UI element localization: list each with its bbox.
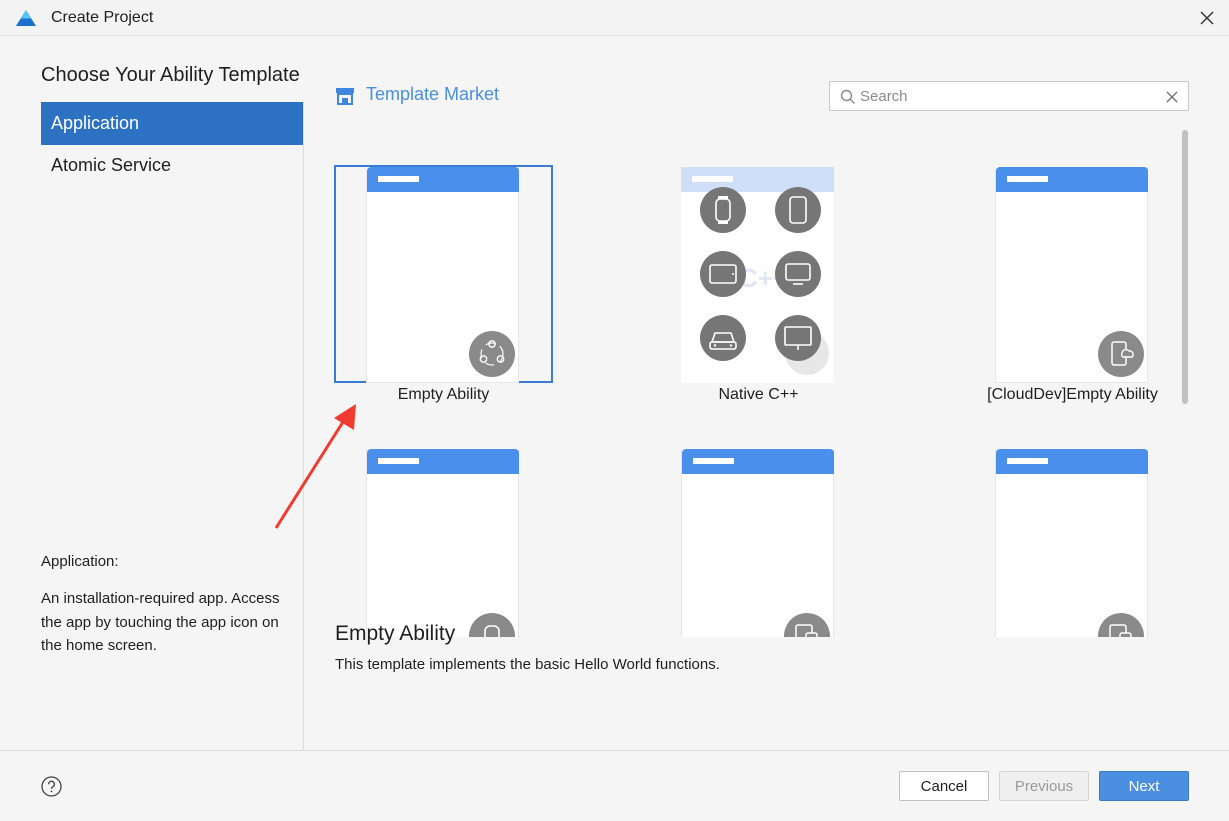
search-box[interactable] bbox=[829, 81, 1189, 111]
template-card-native-cpp[interactable]: C++ Native C++ bbox=[649, 165, 868, 405]
search-icon bbox=[840, 89, 855, 104]
template-card[interactable] bbox=[334, 447, 553, 637]
selected-template-description: This template implements the basic Hello… bbox=[335, 656, 720, 673]
template-label: [CloudDev]Empty Ability bbox=[987, 386, 1158, 403]
cloud-phone-icon bbox=[1098, 331, 1144, 377]
tv-device-icon bbox=[775, 251, 821, 297]
template-card[interactable] bbox=[963, 447, 1182, 637]
cancel-button[interactable]: Cancel bbox=[899, 771, 989, 801]
selected-template-title: Empty Ability bbox=[335, 622, 456, 645]
template-card-empty-ability[interactable]: Empty Ability bbox=[334, 165, 553, 405]
template-preview bbox=[366, 449, 519, 637]
phone-device-icon bbox=[775, 187, 821, 233]
help-icon[interactable] bbox=[41, 776, 62, 797]
tablet-phone-icon bbox=[784, 613, 830, 637]
tablet-device-icon bbox=[700, 251, 746, 297]
clear-search-icon[interactable] bbox=[1164, 89, 1180, 105]
sidebar-description: An installation-required app. Access the… bbox=[41, 590, 280, 654]
watch-icon bbox=[469, 613, 515, 637]
sidebar-description-title: Application: bbox=[41, 553, 119, 570]
display-device-icon bbox=[775, 315, 821, 361]
tablet-phone-icon bbox=[1098, 613, 1144, 637]
template-list-scrollbar[interactable] bbox=[1182, 130, 1188, 404]
sidebar-item-atomic-service[interactable]: Atomic Service bbox=[41, 144, 303, 187]
template-label: Native C++ bbox=[718, 386, 799, 403]
shop-icon bbox=[336, 88, 354, 105]
close-icon[interactable] bbox=[1195, 6, 1219, 30]
sidebar-divider bbox=[303, 102, 304, 750]
template-label: Empty Ability bbox=[397, 386, 490, 403]
search-input[interactable] bbox=[860, 86, 1160, 106]
template-market-label: Template Market bbox=[366, 84, 500, 104]
template-card-clouddev-empty-ability[interactable]: [CloudDev]Empty Ability bbox=[963, 165, 1182, 405]
template-preview bbox=[681, 449, 834, 637]
title-bar: Create Project bbox=[0, 0, 1229, 36]
sidebar-item-application[interactable]: Application bbox=[41, 102, 303, 145]
car-device-icon bbox=[700, 315, 746, 361]
template-grid-row-2 bbox=[334, 447, 1194, 637]
dialog-footer: Cancel Previous Next bbox=[0, 750, 1229, 821]
previous-button[interactable]: Previous bbox=[999, 771, 1089, 801]
template-preview bbox=[995, 449, 1148, 637]
ability-icon bbox=[469, 331, 515, 377]
template-card[interactable] bbox=[649, 447, 868, 637]
page-title: Choose Your Ability Template bbox=[41, 64, 300, 86]
watch-device-icon bbox=[700, 187, 746, 233]
window-title: Create Project bbox=[51, 9, 154, 26]
next-button[interactable]: Next bbox=[1099, 771, 1189, 801]
app-logo-icon bbox=[16, 10, 36, 26]
